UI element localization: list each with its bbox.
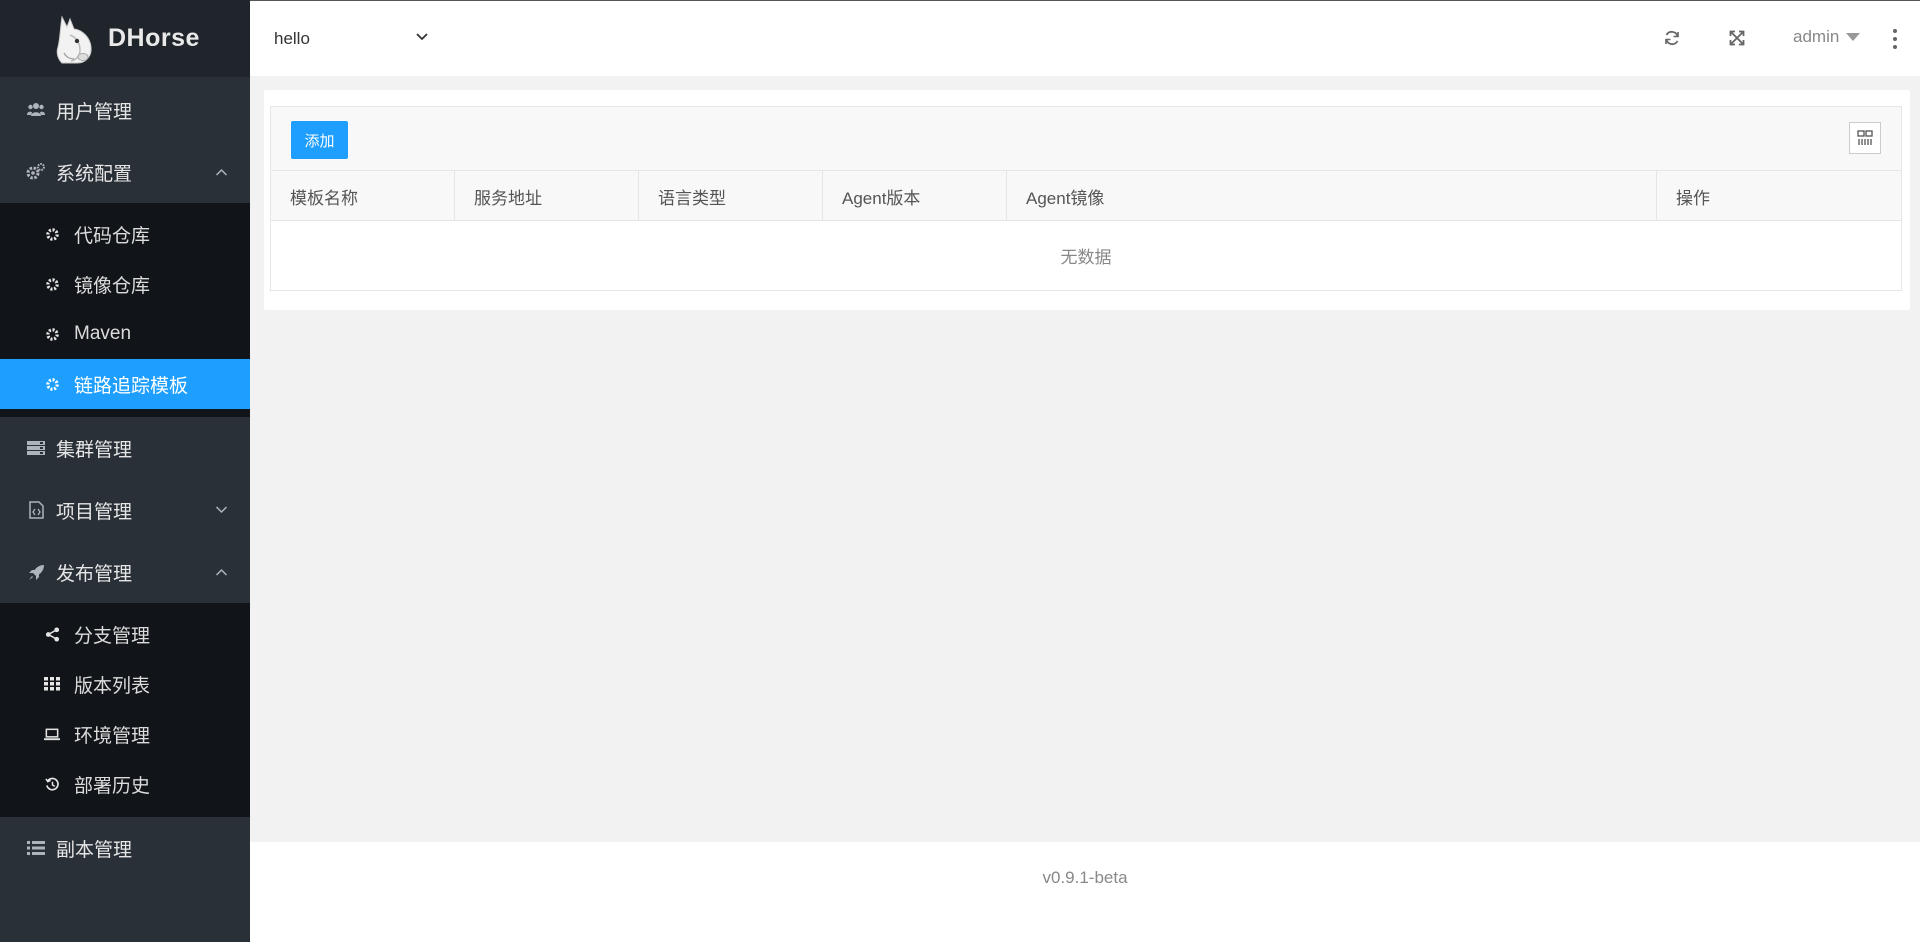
sidebar-item-version-list[interactable]: 版本列表 bbox=[0, 659, 250, 709]
sidebar-item-environment[interactable]: 环境管理 bbox=[0, 709, 250, 759]
sidebar-item-branch[interactable]: 分支管理 bbox=[0, 609, 250, 659]
sidebar-item-code-repo[interactable]: 代码仓库 bbox=[0, 209, 250, 259]
col-language-type[interactable]: 语言类型 bbox=[639, 171, 823, 221]
gear-icon bbox=[44, 226, 60, 242]
laptop-icon bbox=[44, 726, 60, 742]
rocket-icon bbox=[26, 562, 46, 582]
sidebar: DHorse 用户管理 系统配置 代码仓库 镜像仓库 Maven 链路追踪模板 bbox=[0, 0, 250, 942]
users-icon bbox=[26, 100, 46, 120]
refresh-icon[interactable] bbox=[1661, 27, 1683, 49]
col-agent-image[interactable]: Agent镜像 bbox=[1007, 171, 1657, 221]
sidebar-item-deploy-history[interactable]: 部署历史 bbox=[0, 759, 250, 809]
app-select-value: hello bbox=[274, 29, 310, 48]
sidebar-item-label: 版本列表 bbox=[74, 675, 151, 697]
gear-icon bbox=[44, 276, 60, 292]
sidebar-item-label: Maven bbox=[74, 323, 132, 344]
fullscreen-icon[interactable] bbox=[1726, 27, 1748, 49]
sidebar-item-label: 链路追踪模板 bbox=[74, 375, 189, 397]
version-text: v0.9.1-beta bbox=[1042, 868, 1128, 887]
top-header: hello admin bbox=[250, 0, 1920, 76]
main-content: 添加 模板名称 服务地址 语言类型 Agent版本 Agent镜像 操作 无数据 bbox=[250, 76, 1920, 842]
grid-icon bbox=[44, 676, 60, 692]
sidebar-item-label: 发布管理 bbox=[56, 563, 133, 585]
chevron-down-icon bbox=[215, 506, 228, 514]
template-table: 模板名称 服务地址 语言类型 Agent版本 Agent镜像 操作 无数据 bbox=[270, 170, 1902, 291]
app-select[interactable]: hello bbox=[274, 25, 434, 53]
sidebar-item-maven[interactable]: Maven bbox=[0, 309, 250, 359]
file-code-icon bbox=[26, 500, 46, 520]
sidebar-item-label: 环境管理 bbox=[74, 725, 151, 747]
footer: v0.9.1-beta bbox=[250, 842, 1920, 942]
sidebar-item-cluster[interactable]: 集群管理 bbox=[0, 417, 250, 479]
horse-logo-icon bbox=[56, 14, 92, 63]
chevron-up-icon bbox=[215, 168, 228, 176]
more-vertical-icon[interactable] bbox=[1891, 29, 1899, 49]
col-service-address[interactable]: 服务地址 bbox=[455, 171, 639, 221]
sidebar-item-label: 副本管理 bbox=[56, 839, 133, 861]
sidebar-item-label: 集群管理 bbox=[56, 439, 133, 461]
sidebar-item-replica[interactable]: 副本管理 bbox=[0, 817, 250, 879]
app-name: DHorse bbox=[108, 24, 200, 52]
gears-icon bbox=[26, 162, 46, 182]
col-agent-version[interactable]: Agent版本 bbox=[823, 171, 1007, 221]
share-icon bbox=[44, 626, 60, 642]
submenu-system-config: 代码仓库 镜像仓库 Maven 链路追踪模板 bbox=[0, 203, 250, 417]
list-icon bbox=[26, 838, 46, 858]
column-filter-icon[interactable] bbox=[1849, 122, 1881, 154]
sidebar-item-release[interactable]: 发布管理 bbox=[0, 541, 250, 603]
sidebar-item-label: 分支管理 bbox=[74, 625, 151, 647]
sidebar-item-image-repo[interactable]: 镜像仓库 bbox=[0, 259, 250, 309]
submenu-release: 分支管理 版本列表 环境管理 部署历史 bbox=[0, 603, 250, 817]
sidebar-item-label: 用户管理 bbox=[56, 101, 133, 123]
sidebar-item-label: 代码仓库 bbox=[74, 225, 151, 247]
gear-icon bbox=[44, 326, 60, 342]
add-button[interactable]: 添加 bbox=[291, 121, 348, 159]
col-template-name[interactable]: 模板名称 bbox=[271, 171, 455, 221]
sidebar-item-users[interactable]: 用户管理 bbox=[0, 79, 250, 141]
sidebar-item-label: 部署历史 bbox=[74, 775, 151, 797]
sidebar-item-label: 项目管理 bbox=[56, 501, 133, 523]
chevron-up-icon bbox=[215, 568, 228, 576]
table-toolbar: 添加 bbox=[270, 106, 1902, 170]
sidebar-item-system-config[interactable]: 系统配置 bbox=[0, 141, 250, 203]
logo[interactable]: DHorse bbox=[0, 0, 250, 77]
sidebar-item-trace-template[interactable]: 链路追踪模板 bbox=[0, 359, 250, 409]
gear-icon bbox=[44, 376, 60, 392]
server-icon bbox=[26, 438, 46, 458]
sidebar-item-project[interactable]: 项目管理 bbox=[0, 479, 250, 541]
sidebar-item-label: 系统配置 bbox=[56, 163, 133, 185]
user-menu[interactable]: admin bbox=[1793, 27, 1861, 47]
empty-state: 无数据 bbox=[1060, 248, 1112, 267]
table-card: 添加 模板名称 服务地址 语言类型 Agent版本 Agent镜像 操作 无数据 bbox=[264, 90, 1910, 310]
chevron-down-icon bbox=[416, 33, 428, 41]
caret-down-icon bbox=[1846, 33, 1861, 41]
col-actions[interactable]: 操作 bbox=[1657, 171, 1901, 221]
history-icon bbox=[44, 776, 60, 792]
table-header: 模板名称 服务地址 语言类型 Agent版本 Agent镜像 操作 bbox=[271, 171, 1901, 221]
username: admin bbox=[1793, 27, 1840, 46]
sidebar-item-label: 镜像仓库 bbox=[74, 275, 151, 297]
